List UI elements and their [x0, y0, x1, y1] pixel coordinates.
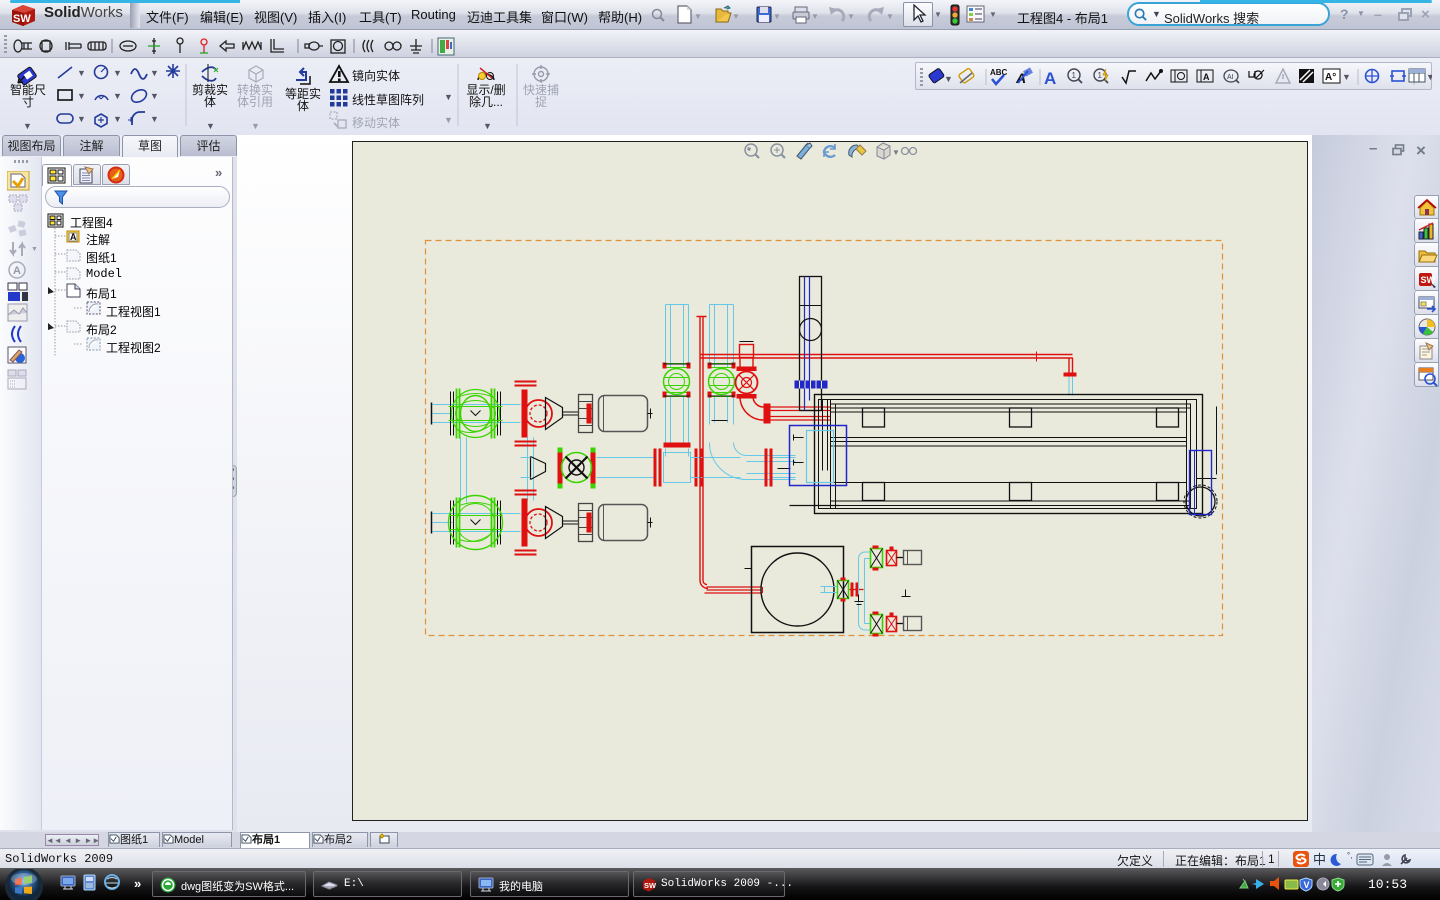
svg-text:▼: ▼: [113, 68, 122, 78]
svg-text:»: »: [134, 876, 141, 891]
svg-text:▼: ▼: [77, 114, 86, 124]
svg-text:A: A: [13, 265, 21, 277]
svg-text:▼: ▼: [31, 246, 37, 253]
svg-text:▼: ▼: [1342, 72, 1351, 82]
svg-text:1: 1: [1072, 71, 1077, 80]
svg-text:中: 中: [1313, 852, 1326, 867]
svg-text:SW: SW: [13, 13, 31, 25]
svg-text:A°: A°: [1325, 72, 1336, 83]
svg-text:1: 1: [1098, 71, 1103, 80]
svg-text:▼: ▼: [113, 91, 122, 101]
svg-text:▼: ▼: [150, 114, 159, 124]
svg-text:▼: ▼: [847, 12, 855, 21]
svg-text:▼: ▼: [944, 74, 953, 84]
svg-text:ABC: ABC: [990, 68, 1008, 77]
svg-text:▼: ▼: [811, 12, 819, 21]
svg-text:A: A: [70, 232, 77, 242]
svg-text:SW: SW: [644, 881, 657, 890]
svg-text:°,: °,: [1347, 851, 1352, 860]
svg-text:▼: ▼: [444, 92, 453, 102]
svg-text:▼: ▼: [773, 12, 781, 21]
svg-text:SW: SW: [1421, 275, 1436, 285]
svg-text:▼: ▼: [444, 115, 453, 125]
svg-text:▼: ▼: [77, 68, 86, 78]
svg-text:▼: ▼: [150, 68, 159, 78]
svg-text:A: A: [1044, 69, 1056, 88]
svg-text:▼: ▼: [113, 114, 122, 124]
svg-text:▼: ▼: [694, 12, 702, 21]
svg-text:A: A: [1203, 72, 1210, 82]
svg-text:AI: AI: [1227, 74, 1234, 81]
svg-text:▼: ▼: [1426, 72, 1432, 82]
svg-text:▼: ▼: [77, 91, 86, 101]
svg-text:▼: ▼: [732, 12, 740, 21]
svg-text:▼: ▼: [892, 148, 900, 157]
svg-text:▼: ▼: [150, 91, 159, 101]
svg-text:▼: ▼: [886, 12, 894, 21]
svg-text:V: V: [1304, 880, 1310, 890]
